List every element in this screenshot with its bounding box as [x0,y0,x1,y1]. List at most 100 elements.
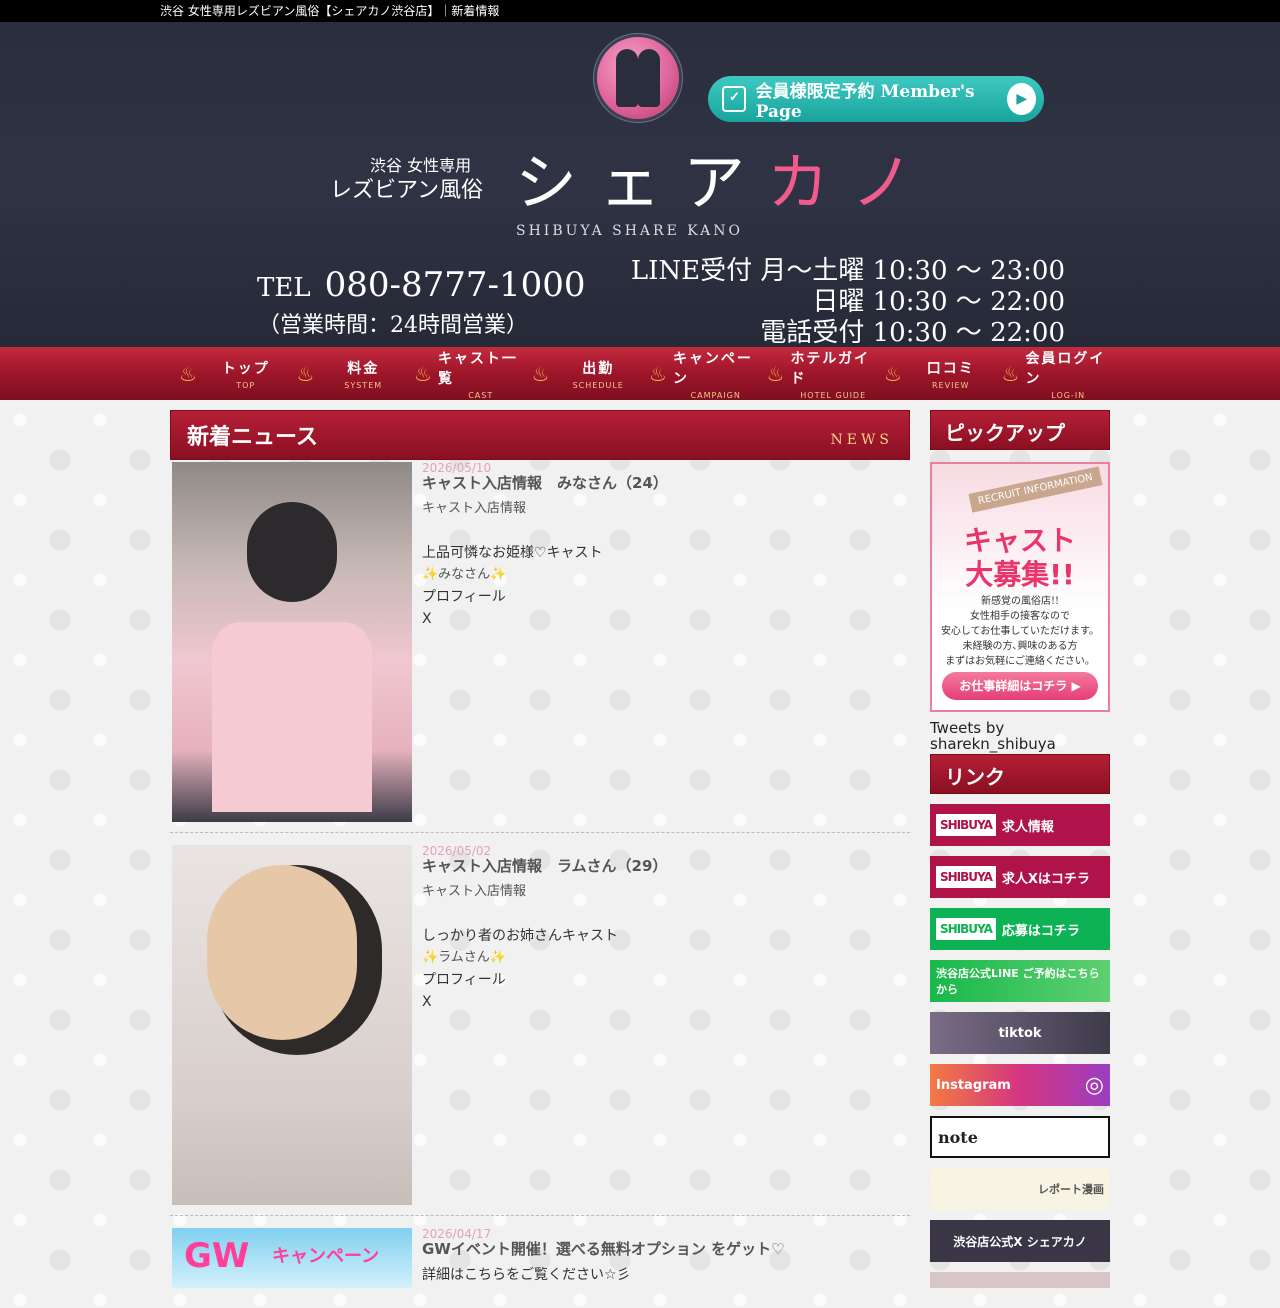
nav-label: 出勤 [582,360,615,377]
flame-icon: ♨ [884,361,902,386]
nav-label: 口コミ [926,360,975,377]
news-title[interactable]: GWイベント開催！選べる無料オプション をゲット♡ [422,1240,785,1258]
recruit-headline: キャスト 大募集!! [932,524,1108,592]
nav-label: ホテルガイド [790,350,871,387]
shibuya-logo: SHIBUYA [936,866,996,888]
nav-sublabel: SYSTEM [344,380,383,390]
recruit-line: 未経験の方､興味のある方 [962,641,1078,652]
pickup-header: ピックアップ [930,410,1110,450]
brand-part-b: カノ [767,146,936,219]
shibuya-logo: SHIBUYA [936,814,996,836]
nav-sublabel: REVIEW [932,380,970,390]
news-category: キャスト入店情報 [422,884,527,899]
news-item[interactable]: GW キャンペーン 2026/04/17 GWイベント開催！選べる無料オプション… [170,1226,910,1298]
nav-label: キャンペーン [672,350,753,387]
recruit-detail-button[interactable]: お仕事詳細はコチラ ▶ [942,672,1098,700]
nav-sublabel: CAMPAIGN [690,390,741,400]
nav-label: 会員ログイン [1025,350,1106,387]
play-icon: ▶ [1007,83,1037,115]
news-desc: 上品可憐なお姫様♡キャスト [422,545,603,561]
tiktok-banner[interactable]: tiktok [930,1012,1110,1054]
member-page-label: 会員様限定予約 Member's Page [755,81,975,122]
nav-label: トップ [221,360,270,377]
recruit-headline-2: 大募集!! [965,558,1075,591]
note-banner[interactable]: note [930,1116,1110,1158]
cast-name: ✨みなさん✨ [422,567,507,582]
recruit-line: 安心してお仕事していただけます。 [940,626,1100,637]
reception-hours: LINE受付 月～土曜 10:30 ～ 23:00 日曜 10:30 ～ 22:… [631,256,1065,349]
news-label: NEWS [830,432,893,448]
nav-schedule[interactable]: ♨ 出勤 SCHEDULE [524,347,642,400]
brand-part-a: シェア [515,146,768,219]
banner-label: 求人情報 [1001,819,1054,835]
news-category: キャスト入店情報 [422,501,527,516]
banner-label: レポート漫画 [1038,1183,1104,1196]
instagram-banner[interactable]: Instagram ◎ [930,1064,1110,1106]
job-x-banner[interactable]: SHIBUYA 求人Xはコチラ [930,856,1110,898]
page-title-bar: 渋谷 女性専用レズビアン風俗【シェアカノ渋谷店】｜新着情報 [0,0,1280,22]
nav-cast[interactable]: ♨ キャスト一覧 CAST [406,347,524,400]
twitter-timeline-link[interactable]: Tweets by sharekn_shibuya [930,720,1110,752]
news-title: 新着ニュース [187,424,318,450]
flame-icon: ♨ [179,361,197,386]
line-hours-sunday: 日曜 10:30 ～ 22:00 [812,287,1065,317]
manga-report-banner[interactable]: レポート漫画 [930,1168,1110,1210]
phone-hours: 電話受付 10:30 ～ 22:00 [760,318,1065,348]
profile-link[interactable]: プロフィール [422,969,667,991]
cast-photo[interactable] [172,845,412,1205]
tel-number[interactable]: TEL 080-8777-1000 [257,265,586,305]
member-page-button[interactable]: 会員様限定予約 Member's Page ▶ [708,76,1044,122]
calendar-check-icon [722,86,746,112]
cast-name: ✨ラムさん✨ [422,950,506,965]
line-banner[interactable]: 渋谷店公式LINE ご予約はこちらから [930,960,1110,1002]
tel-label: TEL [257,273,311,303]
recruit-banner[interactable]: RECRUIT INFORMATION キャスト 大募集!! 新感覚の風俗店!!… [930,462,1110,712]
nav-system[interactable]: ♨ 料金 SYSTEM [289,347,407,400]
nav-sublabel: CAST [468,390,494,400]
banner-label: tiktok [998,1025,1042,1041]
profile-link[interactable]: プロフィール [422,586,668,608]
banner-label: Instagram [936,1077,1011,1093]
sidebar: ピックアップ RECRUIT INFORMATION キャスト 大募集!! 新感… [930,410,1110,1288]
brand-logo[interactable]: シェアカノ [515,132,935,222]
links-header: リンク [930,754,1110,794]
site-header: 会員様限定予約 Member's Page ▶ 渋谷 女性専用 レズビアン風俗 … [0,22,1280,349]
apply-banner[interactable]: SHIBUYA 応募はコチラ [930,908,1110,950]
news-date: 2026/05/10 [422,461,492,475]
cast-photo[interactable] [172,462,412,822]
nav-top[interactable]: ♨ トップ TOP [171,347,289,400]
job-info-banner[interactable]: SHIBUYA 求人情報 [930,804,1110,846]
recruit-line: 新感覚の風俗店!! [980,596,1060,607]
main-nav: ♨ トップ TOP ♨ 料金 SYSTEM ♨ キャスト一覧 CAST ♨ 出勤 SCHEDUL… [0,347,1280,400]
nav-sublabel: HOTEL GUIDE [800,390,867,400]
news-title[interactable]: キャスト入店情報 みなさん（24） [422,474,668,492]
nav-review[interactable]: ♨ 口コミ REVIEW [876,347,994,400]
news-detail: 詳細はこちらをご覧ください☆彡 [422,1267,631,1283]
nav-label: キャスト一覧 [437,350,518,387]
news-title[interactable]: キャスト入店情報 ラムさん（29） [422,857,667,875]
news-desc: しっかり者のお姉さんキャスト [422,928,618,944]
news-item[interactable]: 2026/05/02 キャスト入店情報 ラムさん（29） キャスト入店情報 しっ… [170,843,910,1216]
nav-campaign[interactable]: ♨ キャンペーン CAMPAIGN [641,347,759,400]
recruit-headline-1: キャスト [963,524,1076,557]
nav-sublabel: SCHEDULE [572,380,624,390]
extra-banner[interactable] [930,1272,1110,1288]
nav-login[interactable]: ♨ 会員ログイン LOG-IN [994,347,1112,400]
recruit-line: まずはお気軽にご連絡ください。 [945,656,1095,667]
logo-icon[interactable] [597,37,679,119]
x-link[interactable]: X [422,991,667,1013]
campaign-thumb[interactable]: GW キャンペーン [172,1228,412,1288]
recruit-tag: RECRUIT INFORMATION [968,466,1103,513]
x-link[interactable]: X [422,608,668,630]
banner-label: 応募はコチラ [1001,923,1080,939]
banner-label: 求人Xはコチラ [1001,871,1090,887]
flame-icon: ♨ [1001,361,1020,386]
nav-sublabel: TOP [236,380,256,390]
banner-label: 渋谷店公式LINE ご予約はこちらから [936,967,1100,996]
nav-hotel-guide[interactable]: ♨ ホテルガイド HOTEL GUIDE [759,347,877,400]
news-item[interactable]: 2026/05/10 キャスト入店情報 みなさん（24） キャスト入店情報 上品… [170,460,910,833]
x-official-banner[interactable]: 渋谷店公式X シェアカノ [930,1220,1110,1262]
tel-value: 080-8777-1000 [324,265,586,305]
news-column: 新着ニュース NEWS 2026/05/10 キャスト入店情報 みなさん（24）… [170,410,910,1308]
